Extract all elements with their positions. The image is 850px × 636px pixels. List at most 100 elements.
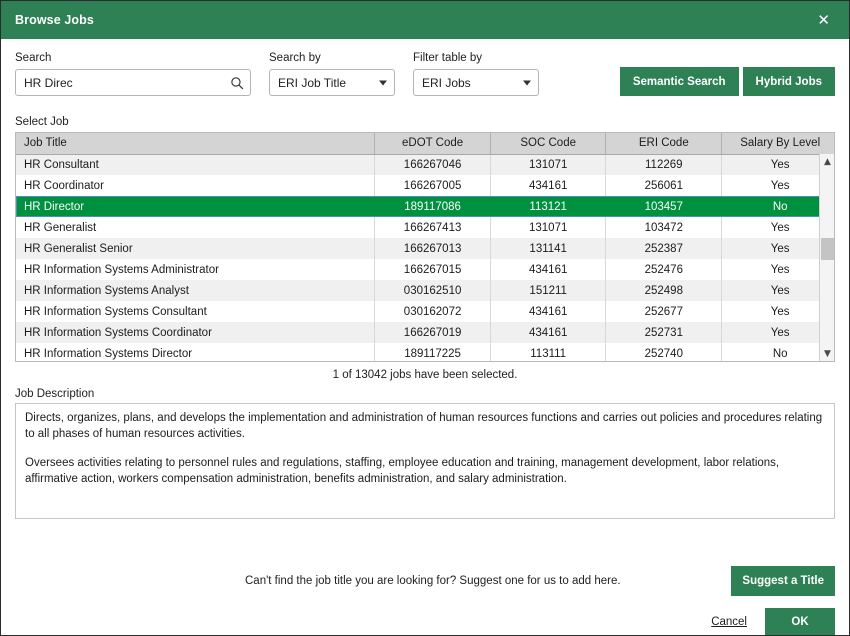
suggest-title-text: Can't find the job title you are looking… <box>245 575 621 587</box>
dialog-title: Browse Jobs <box>15 13 94 27</box>
table-vertical-scrollbar[interactable]: ▲ ▼ <box>819 154 834 361</box>
cell-eri-code: 103457 <box>605 196 723 217</box>
dialog-action-row: Cancel OK <box>15 608 835 635</box>
job-description-label: Job Description <box>15 388 95 400</box>
cell-job-title: HR Information Systems Consultant <box>16 301 376 322</box>
cell-soc-code: 113121 <box>490 196 607 217</box>
chevron-down-icon <box>523 80 531 85</box>
cell-edot-code: 166267013 <box>374 238 492 259</box>
search-input[interactable] <box>15 69 251 96</box>
filter-table-by-label: Filter table by <box>413 52 483 64</box>
chevron-down-icon <box>379 80 387 85</box>
cell-edot-code: 030162510 <box>374 280 492 301</box>
search-controls: Search Search by ERI Job Title <box>15 39 835 96</box>
column-header-eri-code[interactable]: ERI Code <box>605 133 723 155</box>
cell-eri-code: 103472 <box>605 217 723 238</box>
column-header-salary-by-level[interactable]: Salary By Level <box>721 133 834 155</box>
cell-soc-code: 131141 <box>490 238 607 259</box>
ok-button[interactable]: OK <box>765 608 835 635</box>
job-description-paragraph: Oversees activities relating to personne… <box>25 457 780 485</box>
dialog-footer: Can't find the job title you are looking… <box>1 554 849 635</box>
cell-eri-code: 252387 <box>605 238 723 259</box>
cell-soc-code: 434161 <box>490 175 607 196</box>
chevron-down-icon[interactable]: ▼ <box>820 346 834 361</box>
cell-soc-code: 434161 <box>490 259 607 280</box>
dialog-titlebar: Browse Jobs ✕ <box>1 1 849 39</box>
table-row[interactable]: HR Coordinator 166267005 434161 256061 Yes <box>16 175 834 196</box>
table-row[interactable]: HR Information Systems Director 189117225… <box>16 343 834 361</box>
table-row[interactable]: HR Information Systems Consultant 0301620… <box>16 301 834 322</box>
cell-edot-code: 189117086 <box>374 196 492 217</box>
semantic-search-button[interactable]: Semantic Search <box>619 67 739 96</box>
cell-job-title: HR Information Systems Director <box>16 343 376 361</box>
cell-job-title: HR Director <box>16 196 376 217</box>
jobs-table-container: Job Title eDOT Code SOC Code ERI Code Sa… <box>15 132 835 362</box>
search-by-label: Search by <box>269 52 321 64</box>
cell-job-title: HR Generalist <box>16 217 376 238</box>
cell-edot-code: 166267005 <box>374 175 492 196</box>
cell-eri-code: 252731 <box>605 322 723 343</box>
cell-eri-code: 252740 <box>605 343 723 361</box>
table-row[interactable]: HR Consultant 166267046 131071 112269 Yes <box>16 154 834 175</box>
cell-job-title: HR Information Systems Analyst <box>16 280 376 301</box>
table-row[interactable]: HR Director 189117086 113121 103457 No <box>16 196 834 217</box>
column-header-edot-code[interactable]: eDOT Code <box>374 133 492 155</box>
search-by-value: ERI Job Title <box>278 75 347 90</box>
filter-table-by-select[interactable]: ERI Jobs <box>413 69 539 96</box>
cell-job-title: HR Information Systems Administrator <box>16 259 376 280</box>
cell-soc-code: 151211 <box>490 280 607 301</box>
column-header-job-title[interactable]: Job Title <box>16 133 376 155</box>
jobs-table-header-row: Job Title eDOT Code SOC Code ERI Code Sa… <box>16 133 834 155</box>
column-header-soc-code[interactable]: SOC Code <box>490 133 607 155</box>
filter-table-by-field-group: Filter table by ERI Jobs <box>413 52 539 96</box>
search-by-select[interactable]: ERI Job Title <box>269 69 395 96</box>
cell-edot-code: 166267019 <box>374 322 492 343</box>
cell-eri-code: 252498 <box>605 280 723 301</box>
cell-soc-code: 434161 <box>490 301 607 322</box>
filter-table-by-select-wrapper: ERI Jobs <box>413 69 539 96</box>
cell-soc-code: 131071 <box>490 217 607 238</box>
filter-table-by-value: ERI Jobs <box>422 75 471 90</box>
cell-eri-code: 112269 <box>605 154 723 175</box>
chevron-up-icon[interactable]: ▲ <box>820 154 834 169</box>
select-job-label: Select Job <box>15 116 69 128</box>
hybrid-jobs-button[interactable]: Hybrid Jobs <box>742 67 835 96</box>
jobs-table-body: HR Consultant 166267046 131071 112269 Yes HR … <box>16 154 834 361</box>
cell-edot-code: 166267046 <box>374 154 492 175</box>
table-row[interactable]: HR Information Systems Coordinator 166267… <box>16 322 834 343</box>
dialog-body: Search Search by ERI Job Title <box>1 39 849 554</box>
cancel-link[interactable]: Cancel <box>711 616 747 628</box>
cell-job-title: HR Information Systems Coordinator <box>16 322 376 343</box>
scrollbar-thumb[interactable] <box>821 238 834 260</box>
table-row[interactable]: HR Information Systems Analyst 030162510 1… <box>16 280 834 301</box>
table-row[interactable]: HR Information Systems Administrator 1662… <box>16 259 834 280</box>
cell-eri-code: 252677 <box>605 301 723 322</box>
close-icon[interactable]: ✕ <box>812 10 835 31</box>
search-label: Search <box>15 52 52 64</box>
search-by-select-wrapper: ERI Job Title <box>269 69 395 96</box>
suggest-a-title-button[interactable]: Suggest a Title <box>731 566 835 596</box>
cell-edot-code: 166267015 <box>374 259 492 280</box>
cell-soc-code: 113111 <box>490 343 607 361</box>
cell-soc-code: 434161 <box>490 322 607 343</box>
cell-edot-code: 189117225 <box>374 343 492 361</box>
browse-jobs-dialog: Browse Jobs ✕ Search Search by <box>0 0 850 636</box>
cell-eri-code: 256061 <box>605 175 723 196</box>
cell-soc-code: 131071 <box>490 154 607 175</box>
jobs-table: Job Title eDOT Code SOC Code ERI Code Sa… <box>16 133 834 361</box>
suggest-row: Can't find the job title you are looking… <box>15 566 835 596</box>
search-by-field-group: Search by ERI Job Title <box>269 52 395 96</box>
search-input-wrapper <box>15 69 251 96</box>
jobs-table-head: Job Title eDOT Code SOC Code ERI Code Sa… <box>16 133 834 155</box>
table-row[interactable]: HR Generalist Senior 166267013 131141 25238… <box>16 238 834 259</box>
cell-eri-code: 252476 <box>605 259 723 280</box>
job-description-paragraph: Directs, organizes, plans, and develops … <box>25 412 823 440</box>
selection-count-text: 1 of 13042 jobs have been selected. <box>332 369 518 381</box>
cell-edot-code: 166267413 <box>374 217 492 238</box>
job-description-box: Directs, organizes, plans, and develops … <box>15 403 835 519</box>
table-row[interactable]: HR Generalist 166267413 131071 103472 Yes <box>16 217 834 238</box>
search-field-group: Search <box>15 52 251 96</box>
cell-job-title: HR Generalist Senior <box>16 238 376 259</box>
cell-job-title: HR Consultant <box>16 154 376 175</box>
cell-job-title: HR Coordinator <box>16 175 376 196</box>
